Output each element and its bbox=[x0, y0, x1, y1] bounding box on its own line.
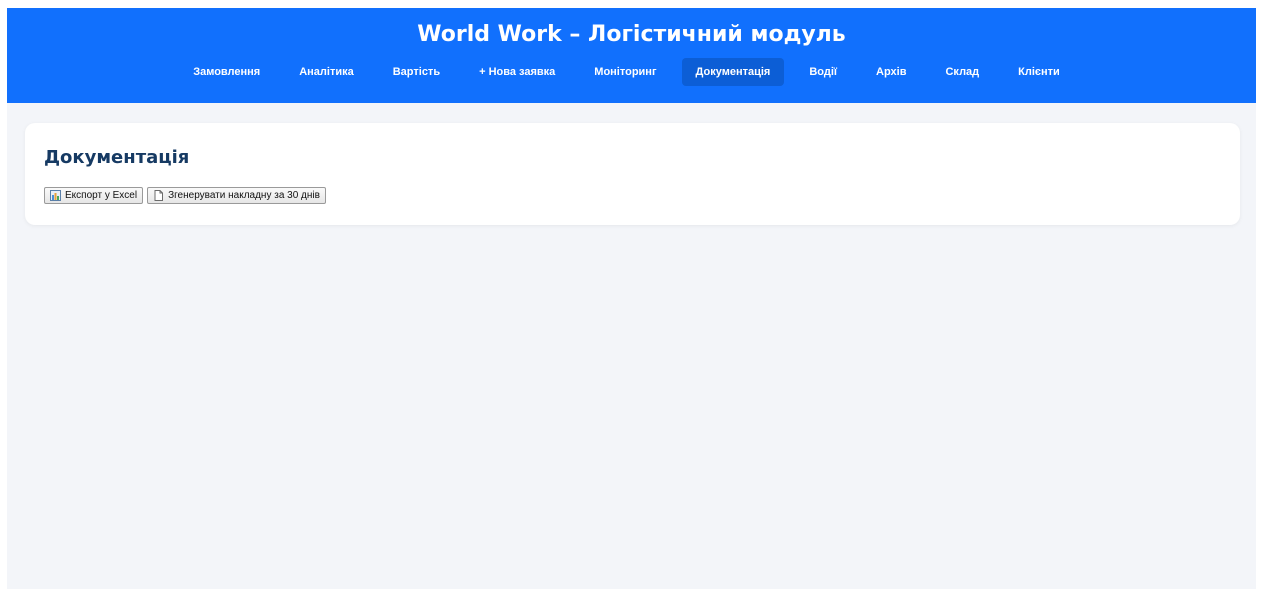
app-title: World Work – Логістичний модуль bbox=[417, 22, 846, 47]
nav-documentation[interactable]: Документація bbox=[681, 58, 785, 86]
nav-cost[interactable]: Вартість bbox=[379, 58, 454, 86]
toolbar: Експорт у Excel Згенерувати накладну за … bbox=[44, 187, 326, 204]
app-window: World Work – Логістичний модуль Замовлен… bbox=[7, 8, 1256, 589]
nav-analytics[interactable]: Аналітика bbox=[285, 58, 368, 86]
nav-new-request[interactable]: + Нова заявка bbox=[465, 58, 569, 86]
nav-warehouse[interactable]: Склад bbox=[931, 58, 993, 86]
page-title: Документація bbox=[44, 147, 190, 168]
nav-archive[interactable]: Архів bbox=[862, 58, 920, 86]
header: World Work – Логістичний модуль Замовлен… bbox=[7, 8, 1256, 103]
generate-waybill-label: Згенерувати накладну за 30 днів bbox=[168, 190, 320, 201]
generate-waybill-button[interactable]: Згенерувати накладну за 30 днів bbox=[147, 187, 326, 204]
nav-monitoring[interactable]: Моніторинг bbox=[580, 58, 670, 86]
nav-bar: Замовлення Аналітика Вартість + Нова заявка… bbox=[7, 58, 1256, 86]
nav-orders[interactable]: Замовлення bbox=[179, 58, 274, 86]
export-excel-button[interactable]: Експорт у Excel bbox=[44, 187, 144, 204]
export-excel-label: Експорт у Excel bbox=[65, 190, 138, 201]
documentation-card: Документація Експорт у Excel Згенерувати… bbox=[25, 123, 1240, 225]
nav-clients[interactable]: Клієнти bbox=[1004, 58, 1074, 86]
document-icon bbox=[153, 190, 164, 201]
chart-icon bbox=[50, 190, 61, 201]
nav-drivers[interactable]: Водії bbox=[795, 58, 851, 86]
